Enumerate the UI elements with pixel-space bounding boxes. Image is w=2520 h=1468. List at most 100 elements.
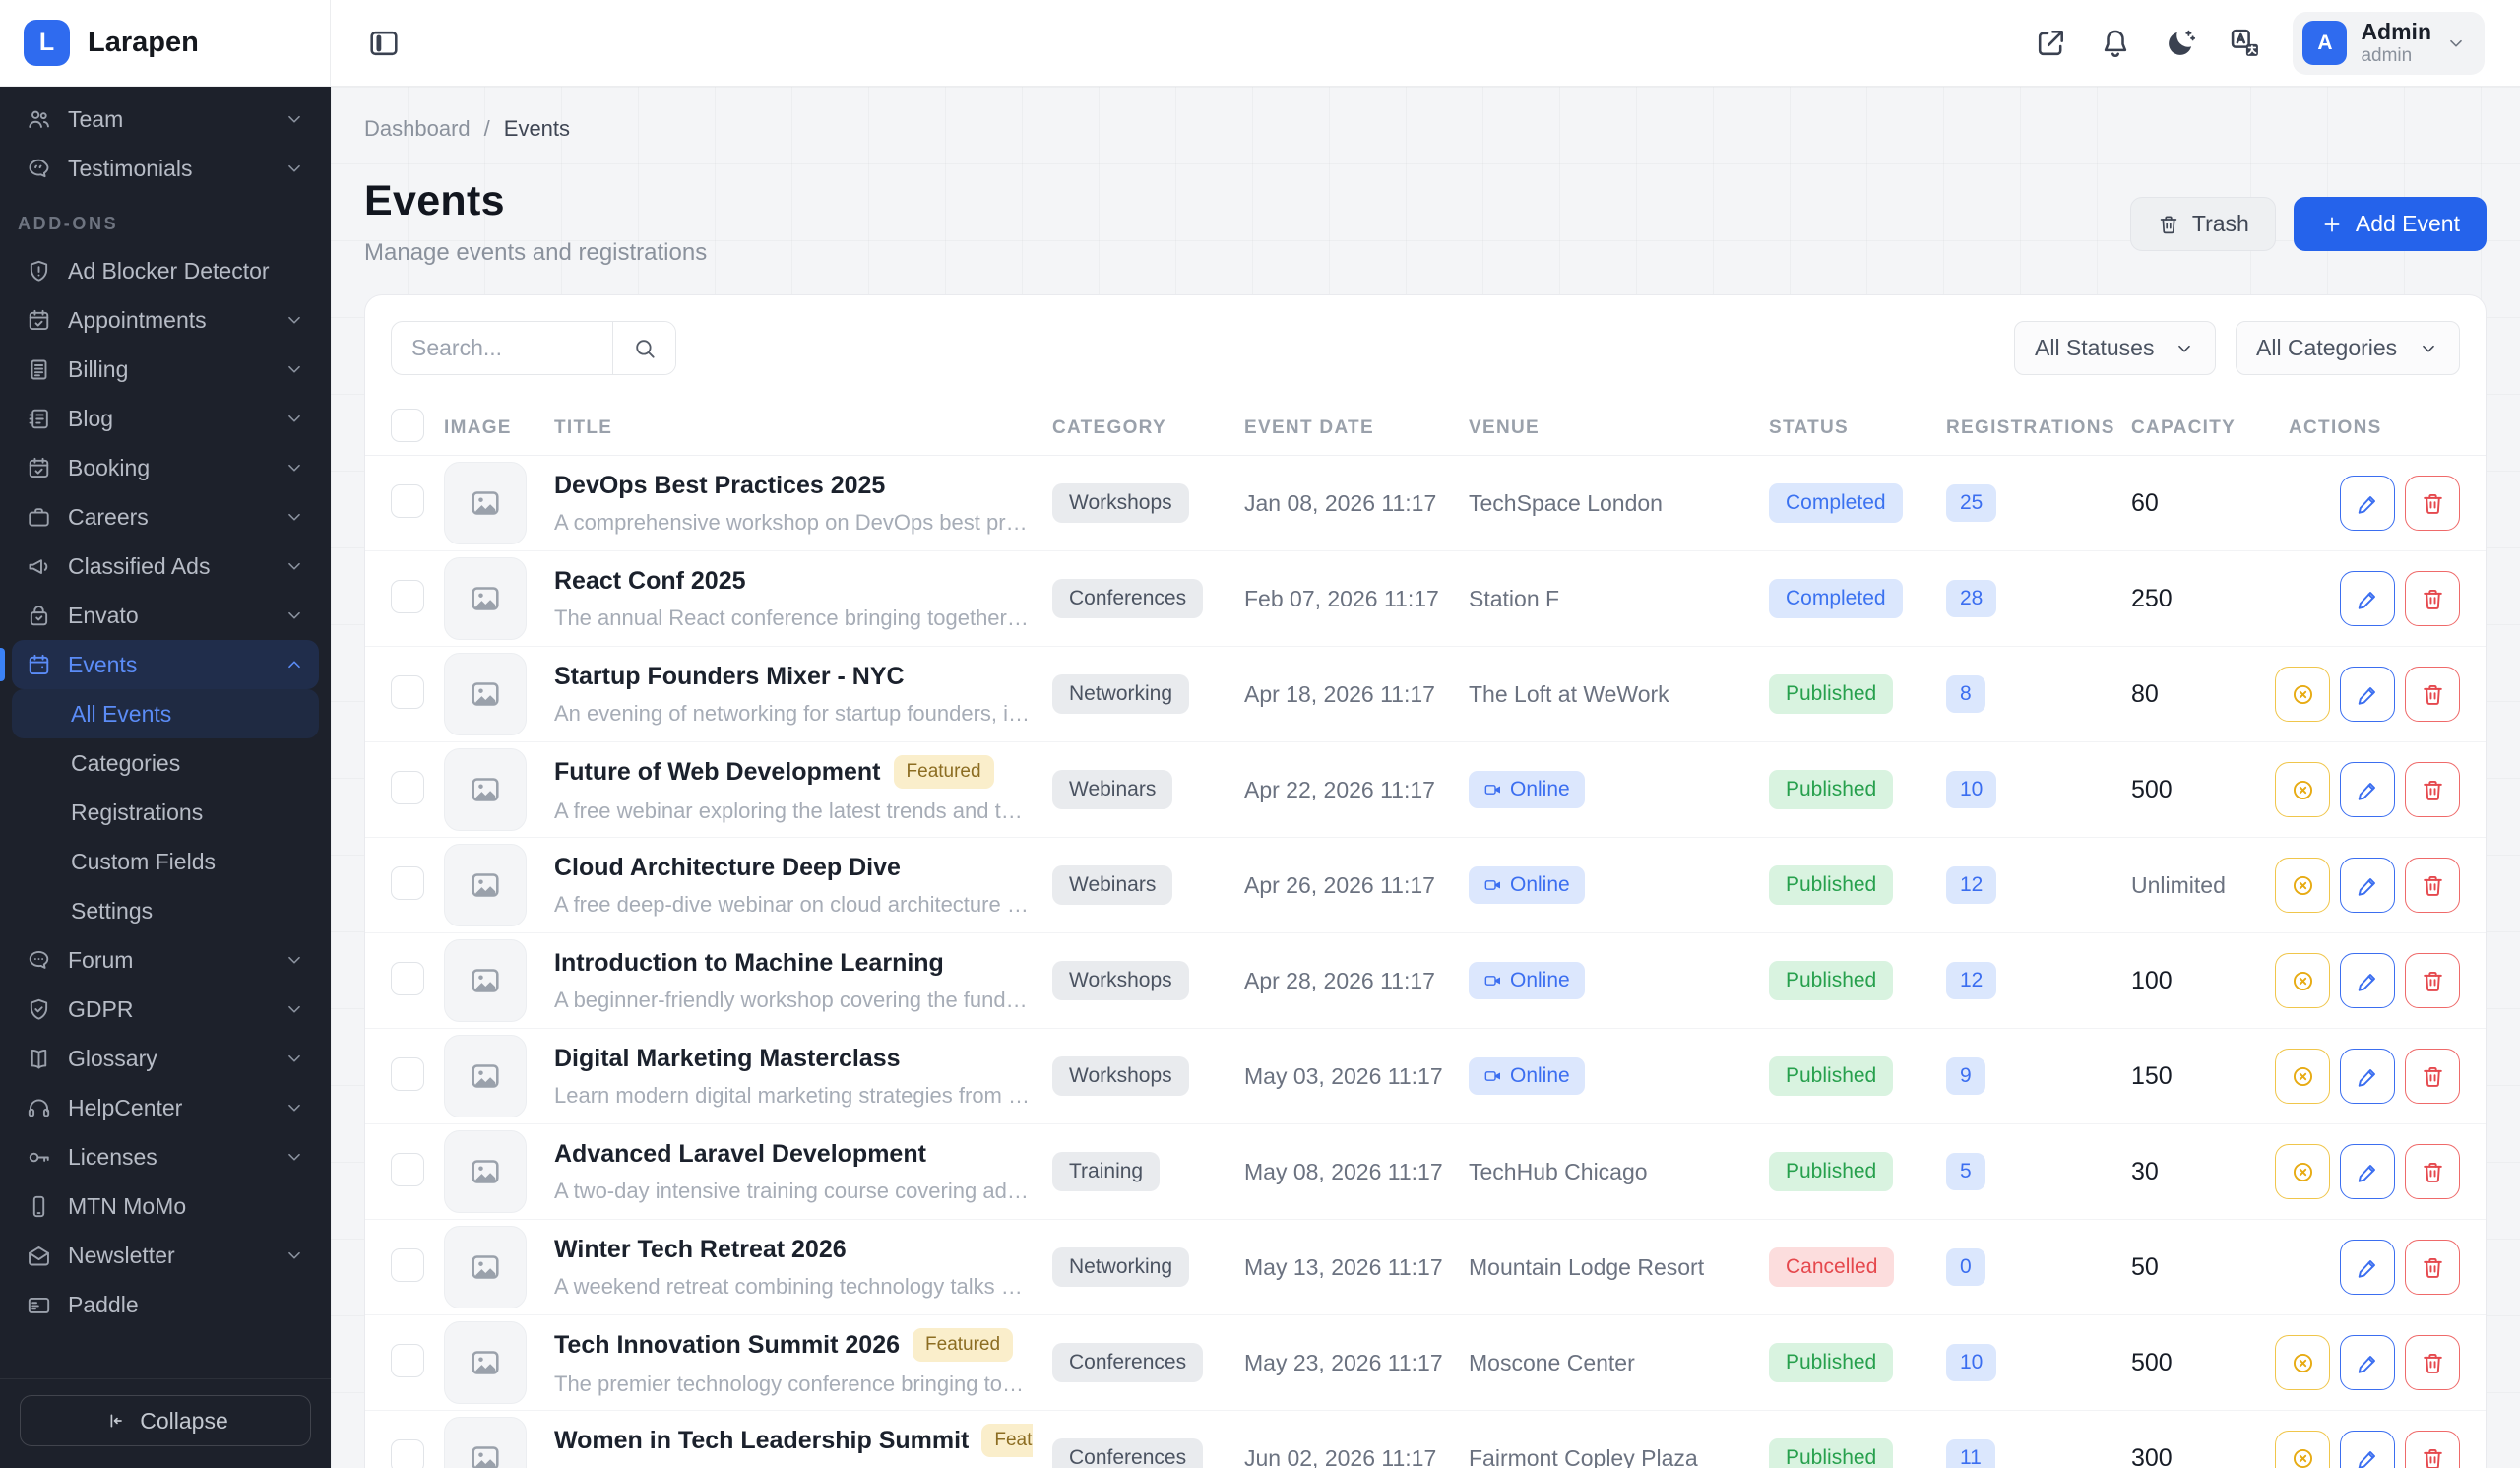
language-translate-icon[interactable] bbox=[2228, 26, 2263, 61]
cancel-event-button[interactable] bbox=[2275, 953, 2330, 1008]
event-title[interactable]: Digital Marketing Masterclass bbox=[554, 1045, 901, 1073]
edit-event-button[interactable] bbox=[2340, 1335, 2395, 1390]
delete-event-button[interactable] bbox=[2405, 953, 2460, 1008]
sidebar-item-billing[interactable]: Billing bbox=[12, 345, 319, 394]
search-input[interactable] bbox=[392, 322, 612, 374]
delete-event-button[interactable] bbox=[2405, 667, 2460, 722]
row-checkbox[interactable] bbox=[391, 1248, 424, 1282]
category-filter-select[interactable]: All Categories bbox=[2236, 321, 2460, 375]
row-checkbox[interactable] bbox=[391, 962, 424, 995]
cancel-event-button[interactable] bbox=[2275, 1144, 2330, 1199]
sidebar-item-team[interactable]: Team bbox=[12, 95, 319, 144]
breadcrumb-dashboard[interactable]: Dashboard bbox=[364, 116, 471, 142]
notifications-bell-icon[interactable] bbox=[2098, 26, 2133, 61]
dark-mode-moon-icon[interactable] bbox=[2163, 26, 2198, 61]
sidebar-item-ad-blocker-detector[interactable]: Ad Blocker Detector bbox=[12, 246, 319, 295]
registrations-count[interactable]: 12 bbox=[1946, 962, 1996, 999]
edit-event-button[interactable] bbox=[2340, 762, 2395, 817]
trash-button[interactable]: Trash bbox=[2130, 197, 2276, 251]
row-checkbox[interactable] bbox=[391, 675, 424, 709]
sidebar-item-newsletter[interactable]: Newsletter bbox=[12, 1231, 319, 1280]
event-title[interactable]: Future of Web Development bbox=[554, 758, 881, 787]
sidebar-item-classified-ads[interactable]: Classified Ads bbox=[12, 542, 319, 591]
sidebar-item-appointments[interactable]: Appointments bbox=[12, 295, 319, 345]
cancel-event-button[interactable] bbox=[2275, 1335, 2330, 1390]
delete-event-button[interactable] bbox=[2405, 1144, 2460, 1199]
sidebar-item-gdpr[interactable]: GDPR bbox=[12, 985, 319, 1034]
brand-logo[interactable]: L bbox=[24, 20, 70, 66]
status-filter-select[interactable]: All Statuses bbox=[2014, 321, 2216, 375]
row-checkbox[interactable] bbox=[391, 1153, 424, 1186]
edit-event-button[interactable] bbox=[2340, 953, 2395, 1008]
cancel-event-button[interactable] bbox=[2275, 1049, 2330, 1104]
sidebar-item-glossary[interactable]: Glossary bbox=[12, 1034, 319, 1083]
event-title[interactable]: Tech Innovation Summit 2026 bbox=[554, 1331, 900, 1360]
edit-event-button[interactable] bbox=[2340, 1049, 2395, 1104]
edit-event-button[interactable] bbox=[2340, 571, 2395, 626]
event-title[interactable]: DevOps Best Practices 2025 bbox=[554, 472, 885, 500]
select-all-checkbox[interactable] bbox=[391, 409, 424, 442]
user-menu[interactable]: A Admin admin bbox=[2293, 12, 2485, 75]
row-checkbox[interactable] bbox=[391, 580, 424, 613]
delete-event-button[interactable] bbox=[2405, 1240, 2460, 1295]
registrations-count[interactable]: 10 bbox=[1946, 771, 1996, 808]
registrations-count[interactable]: 12 bbox=[1946, 866, 1996, 904]
sidebar-subitem-custom-fields[interactable]: Custom Fields bbox=[12, 837, 319, 886]
edit-event-button[interactable] bbox=[2340, 858, 2395, 913]
cancel-event-button[interactable] bbox=[2275, 762, 2330, 817]
delete-event-button[interactable] bbox=[2405, 1431, 2460, 1468]
delete-event-button[interactable] bbox=[2405, 762, 2460, 817]
delete-event-button[interactable] bbox=[2405, 1049, 2460, 1104]
sidebar-item-forum[interactable]: Forum bbox=[12, 935, 319, 985]
delete-event-button[interactable] bbox=[2405, 571, 2460, 626]
delete-event-button[interactable] bbox=[2405, 858, 2460, 913]
sidebar-item-licenses[interactable]: Licenses bbox=[12, 1132, 319, 1181]
sidebar-subitem-all-events[interactable]: All Events bbox=[12, 689, 319, 738]
event-title[interactable]: Advanced Laravel Development bbox=[554, 1140, 926, 1169]
sidebar-subitem-registrations[interactable]: Registrations bbox=[12, 788, 319, 837]
row-checkbox[interactable] bbox=[391, 1439, 424, 1468]
edit-event-button[interactable] bbox=[2340, 1144, 2395, 1199]
row-checkbox[interactable] bbox=[391, 1057, 424, 1091]
search-button[interactable] bbox=[612, 322, 675, 374]
sidebar-item-testimonials[interactable]: Testimonials bbox=[12, 144, 319, 193]
row-checkbox[interactable] bbox=[391, 771, 424, 804]
registrations-count[interactable]: 25 bbox=[1946, 484, 1996, 522]
sidebar-toggle-icon[interactable] bbox=[366, 26, 402, 61]
delete-event-button[interactable] bbox=[2405, 476, 2460, 531]
sidebar-subitem-settings[interactable]: Settings bbox=[12, 886, 319, 935]
event-title[interactable]: Introduction to Machine Learning bbox=[554, 949, 944, 978]
sidebar-item-envato[interactable]: Envato bbox=[12, 591, 319, 640]
edit-event-button[interactable] bbox=[2340, 667, 2395, 722]
registrations-count[interactable]: 11 bbox=[1946, 1439, 1995, 1468]
sidebar-item-events[interactable]: Events bbox=[12, 640, 319, 689]
cancel-event-button[interactable] bbox=[2275, 858, 2330, 913]
cancel-event-button[interactable] bbox=[2275, 667, 2330, 722]
collapse-sidebar-button[interactable]: Collapse bbox=[20, 1395, 311, 1446]
event-title[interactable]: React Conf 2025 bbox=[554, 567, 746, 596]
add-event-button[interactable]: Add Event bbox=[2294, 197, 2487, 251]
sidebar-item-blog[interactable]: Blog bbox=[12, 394, 319, 443]
row-checkbox[interactable] bbox=[391, 1344, 424, 1377]
sidebar-item-paddle[interactable]: Paddle bbox=[12, 1280, 319, 1329]
registrations-count[interactable]: 0 bbox=[1946, 1248, 1985, 1286]
event-title[interactable]: Winter Tech Retreat 2026 bbox=[554, 1236, 847, 1264]
sidebar-item-careers[interactable]: Careers bbox=[12, 492, 319, 542]
event-title[interactable]: Women in Tech Leadership Summit bbox=[554, 1427, 969, 1455]
registrations-count[interactable]: 10 bbox=[1946, 1344, 1996, 1381]
edit-event-button[interactable] bbox=[2340, 1431, 2395, 1468]
cancel-event-button[interactable] bbox=[2275, 1431, 2330, 1468]
registrations-count[interactable]: 8 bbox=[1946, 675, 1985, 713]
sidebar-subitem-categories[interactable]: Categories bbox=[12, 738, 319, 788]
external-link-icon[interactable] bbox=[2033, 26, 2068, 61]
delete-event-button[interactable] bbox=[2405, 1335, 2460, 1390]
event-title[interactable]: Cloud Architecture Deep Dive bbox=[554, 854, 901, 882]
row-checkbox[interactable] bbox=[391, 484, 424, 518]
edit-event-button[interactable] bbox=[2340, 1240, 2395, 1295]
registrations-count[interactable]: 9 bbox=[1946, 1057, 1985, 1095]
sidebar-item-mtn-momo[interactable]: MTN MoMo bbox=[12, 1181, 319, 1231]
sidebar-item-helpcenter[interactable]: HelpCenter bbox=[12, 1083, 319, 1132]
sidebar-item-booking[interactable]: Booking bbox=[12, 443, 319, 492]
event-title[interactable]: Startup Founders Mixer - NYC bbox=[554, 663, 905, 691]
row-checkbox[interactable] bbox=[391, 866, 424, 900]
